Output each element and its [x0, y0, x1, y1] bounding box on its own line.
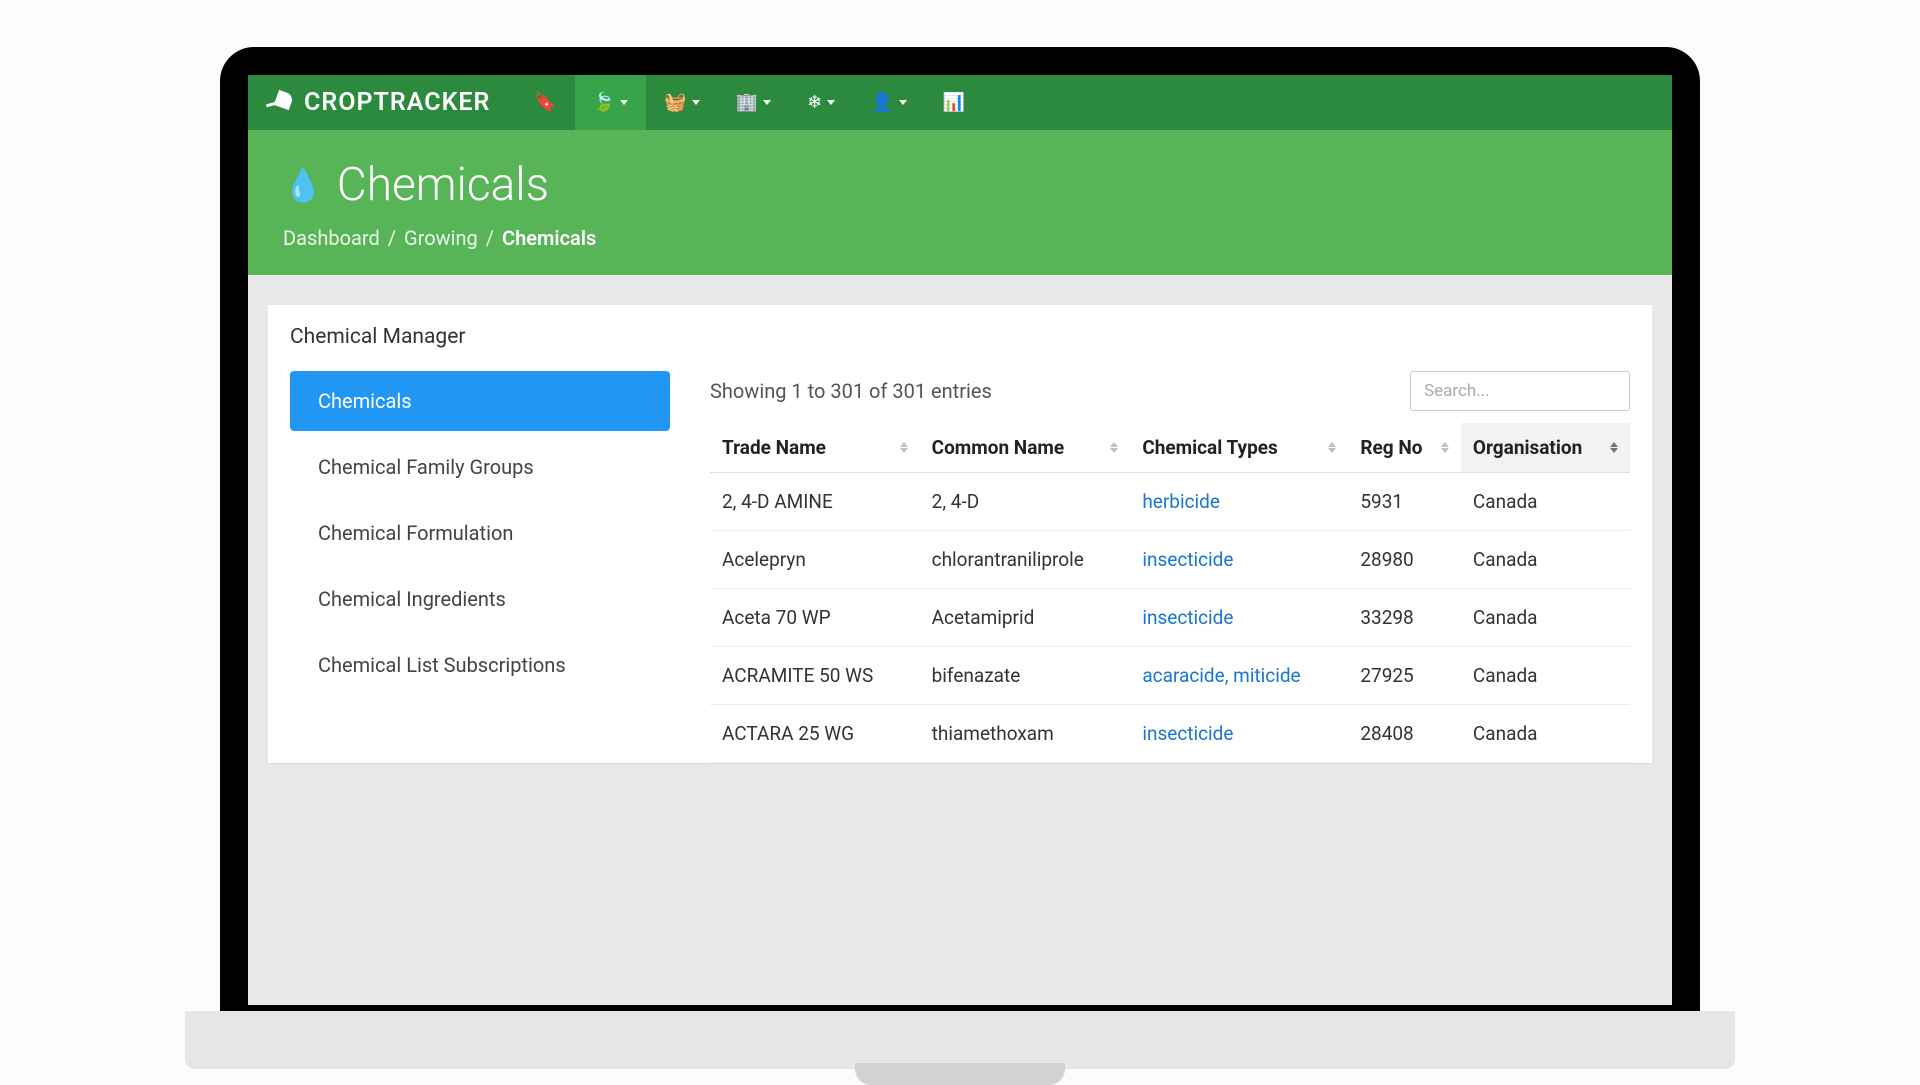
table-row[interactable]: Aceleprynchlorantraniliproleinsecticide2…: [710, 531, 1630, 589]
panel-body: Chemicals Chemical Family Groups Chemica…: [268, 371, 1652, 763]
cell-common: bifenazate: [920, 647, 1131, 705]
bookmark-icon: 🔖: [534, 92, 556, 113]
sort-icon: [1441, 442, 1449, 453]
gear-icon: ❄: [807, 92, 822, 113]
laptop-base: [185, 1011, 1735, 1069]
cell-trade: 2, 4-D AMINE: [710, 473, 920, 531]
cell-trade: Acelepryn: [710, 531, 920, 589]
cell-reg: 5931: [1348, 473, 1461, 531]
chevron-down-icon: [827, 100, 835, 105]
sidebar-item-formulation[interactable]: Chemical Formulation: [290, 503, 670, 563]
nav-basket[interactable]: 🧺: [646, 75, 717, 130]
cell-trade: Aceta 70 WP: [710, 589, 920, 647]
cell-org: Canada: [1461, 705, 1630, 763]
building-icon: 🏢: [736, 92, 758, 113]
chemicals-table: Trade Name Common Name Chemical Types Re…: [710, 423, 1630, 763]
table-header-bar: Showing 1 to 301 of 301 entries: [710, 371, 1630, 411]
chevron-down-icon: [692, 100, 700, 105]
basket-icon: 🧺: [664, 92, 686, 113]
table-area: Showing 1 to 301 of 301 entries Trade Na…: [710, 371, 1630, 763]
sidebar-item-chemicals[interactable]: Chemicals: [290, 371, 670, 431]
sidebar-tabs: Chemicals Chemical Family Groups Chemica…: [290, 371, 670, 763]
sidebar-item-subscriptions[interactable]: Chemical List Subscriptions: [290, 635, 670, 695]
cell-common: thiamethoxam: [920, 705, 1131, 763]
cell-reg: 28980: [1348, 531, 1461, 589]
page-header: 💧 Chemicals Dashboard / Growing / Chemicals: [248, 130, 1672, 275]
cell-types: insecticide: [1130, 589, 1348, 647]
nav-growing[interactable]: 🍃: [575, 75, 646, 130]
sort-icon: [1610, 442, 1618, 453]
breadcrumb-sep: /: [486, 226, 494, 250]
nav-reports[interactable]: 📊: [925, 75, 983, 130]
nav-bookmark[interactable]: 🔖: [516, 75, 574, 130]
col-reg-no[interactable]: Reg No: [1348, 423, 1461, 473]
col-common-name[interactable]: Common Name: [920, 423, 1131, 473]
breadcrumb-current: Chemicals: [502, 226, 596, 250]
breadcrumb-growing[interactable]: Growing: [404, 226, 478, 250]
cell-types: acaracide, miticide: [1130, 647, 1348, 705]
brand-text: CROPTRACKER: [304, 88, 490, 117]
cell-types: insecticide: [1130, 531, 1348, 589]
breadcrumb-dashboard[interactable]: Dashboard: [283, 226, 380, 250]
search-input[interactable]: [1410, 371, 1630, 411]
panel-title: Chemical Manager: [268, 325, 1652, 371]
cell-common: 2, 4-D: [920, 473, 1131, 531]
table-row[interactable]: ACRAMITE 50 WSbifenazateacaracide, mitic…: [710, 647, 1630, 705]
chevron-down-icon: [763, 100, 771, 105]
cell-trade: ACRAMITE 50 WS: [710, 647, 920, 705]
cell-trade: ACTARA 25 WG: [710, 705, 920, 763]
cell-reg: 28408: [1348, 705, 1461, 763]
breadcrumb-sep: /: [388, 226, 396, 250]
nav-items: 🔖 🍃 🧺 🏢 ❄ 👤 📊: [516, 75, 983, 130]
cell-org: Canada: [1461, 531, 1630, 589]
nav-building[interactable]: 🏢: [718, 75, 789, 130]
cell-org: Canada: [1461, 473, 1630, 531]
nav-settings[interactable]: ❄: [789, 75, 853, 130]
sort-icon: [1328, 442, 1336, 453]
cell-common: Acetamiprid: [920, 589, 1131, 647]
cell-common: chlorantraniliprole: [920, 531, 1131, 589]
laptop-bezel: CROPTRACKER 🔖 🍃 🧺 🏢 ❄ 👤 📊 💧 Chemicals Da…: [220, 47, 1700, 1033]
page-title-row: 💧 Chemicals: [283, 158, 1637, 212]
table-row[interactable]: ACTARA 25 WGthiamethoxaminsecticide28408…: [710, 705, 1630, 763]
cell-org: Canada: [1461, 589, 1630, 647]
breadcrumb: Dashboard / Growing / Chemicals: [283, 226, 1637, 250]
cell-reg: 27925: [1348, 647, 1461, 705]
cell-types: herbicide: [1130, 473, 1348, 531]
chevron-down-icon: [899, 100, 907, 105]
chevron-down-icon: [620, 100, 628, 105]
nav-user[interactable]: 👤: [853, 75, 924, 130]
laptop-notch: [855, 1063, 1065, 1085]
col-chemical-types[interactable]: Chemical Types: [1130, 423, 1348, 473]
sort-icon: [900, 442, 908, 453]
app-screen: CROPTRACKER 🔖 🍃 🧺 🏢 ❄ 👤 📊 💧 Chemicals Da…: [248, 75, 1672, 1005]
dragonfly-icon: [266, 88, 296, 118]
brand-logo[interactable]: CROPTRACKER: [266, 88, 490, 118]
drops-icon: 💧: [283, 166, 323, 204]
showing-text: Showing 1 to 301 of 301 entries: [710, 379, 992, 403]
table-row[interactable]: Aceta 70 WPAcetamipridinsecticide33298Ca…: [710, 589, 1630, 647]
leaf-icon: 🍃: [593, 92, 615, 113]
cell-reg: 33298: [1348, 589, 1461, 647]
page-title: Chemicals: [337, 158, 549, 212]
cell-org: Canada: [1461, 647, 1630, 705]
col-trade-name[interactable]: Trade Name: [710, 423, 920, 473]
col-organisation[interactable]: Organisation: [1461, 423, 1630, 473]
sidebar-item-family-groups[interactable]: Chemical Family Groups: [290, 437, 670, 497]
top-navbar: CROPTRACKER 🔖 🍃 🧺 🏢 ❄ 👤 📊: [248, 75, 1672, 130]
content: Chemical Manager Chemicals Chemical Fami…: [248, 275, 1672, 763]
sort-icon: [1110, 442, 1118, 453]
panel: Chemical Manager Chemicals Chemical Fami…: [268, 305, 1652, 763]
table-row[interactable]: 2, 4-D AMINE2, 4-Dherbicide5931Canada: [710, 473, 1630, 531]
sidebar-item-ingredients[interactable]: Chemical Ingredients: [290, 569, 670, 629]
user-icon: 👤: [871, 92, 893, 113]
chart-icon: 📊: [943, 92, 965, 113]
cell-types: insecticide: [1130, 705, 1348, 763]
laptop-mockup: CROPTRACKER 🔖 🍃 🧺 🏢 ❄ 👤 📊 💧 Chemicals Da…: [220, 47, 1700, 1033]
